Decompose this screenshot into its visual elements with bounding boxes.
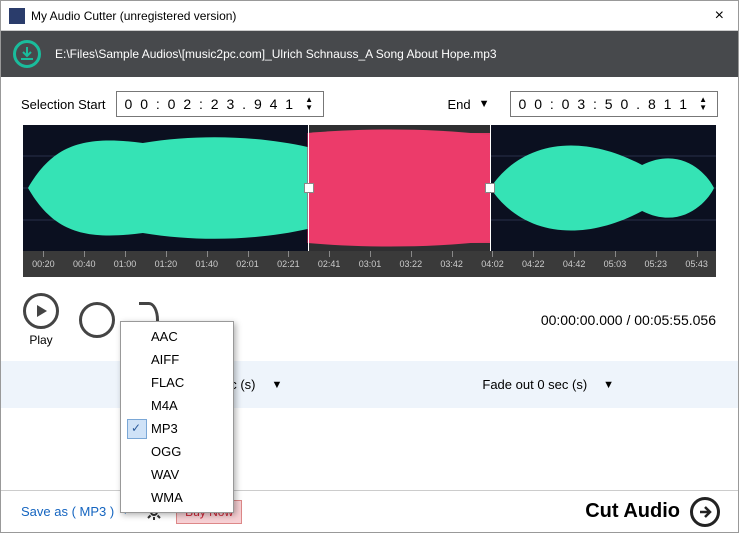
selection-start-value[interactable]: 0 0 : 0 2 : 2 3 . 9 4 1 (125, 96, 296, 112)
end-mode-dropdown[interactable]: ▼ (479, 98, 490, 110)
fade-out-control[interactable]: Fade out 0 sec (s) ▼ (482, 377, 614, 392)
format-option-wav[interactable]: WAV (123, 463, 231, 486)
ruler-label: 01:40 (195, 259, 218, 269)
ruler-label: 00:40 (73, 259, 96, 269)
download-icon[interactable] (13, 40, 41, 68)
format-option-mp3[interactable]: MP3 (123, 417, 231, 440)
ruler-label: 05:23 (644, 259, 667, 269)
cut-audio-button[interactable]: Cut Audio (585, 497, 720, 527)
ruler-label: 02:21 (277, 259, 300, 269)
ruler-label: 01:20 (155, 259, 178, 269)
ruler-tick (84, 251, 85, 257)
window-title: My Audio Cutter (unregistered version) (31, 9, 236, 23)
format-option-m4a[interactable]: M4A (123, 394, 231, 417)
fade-out-caret[interactable]: ▼ (603, 379, 614, 391)
time-display: 00:00:00.000 / 00:05:55.056 (541, 312, 716, 328)
ruler-label: 04:22 (522, 259, 545, 269)
selection-handle-right[interactable] (485, 183, 495, 193)
controls-row: Play 00:00:00.000 / 00:05:55.056 (1, 277, 738, 353)
ruler-label: 03:22 (400, 259, 423, 269)
ruler-tick (329, 251, 330, 257)
selection-start-label: Selection Start (21, 97, 106, 112)
app-icon (9, 8, 25, 24)
ruler-tick (166, 251, 167, 257)
ruler-tick (411, 251, 412, 257)
start-spinner[interactable]: ▲▼ (305, 96, 315, 112)
waveform-area: 00:20 00:40 01:00 01:20 01:40 02:01 02:21 02:41… (23, 125, 716, 277)
ruler-tick (248, 251, 249, 257)
ruler-tick (370, 251, 371, 257)
selection-end-label: End (448, 97, 471, 112)
ruler-tick (492, 251, 493, 257)
titlebar: My Audio Cutter (unregistered version) × (1, 1, 738, 31)
end-spinner[interactable]: ▲▼ (699, 96, 709, 112)
ruler-tick (615, 251, 616, 257)
file-path: E:\Files\Sample Audios\[music2pc.com]_Ul… (55, 47, 497, 61)
ruler-label: 02:41 (318, 259, 341, 269)
format-menu[interactable]: AACAIFFFLACM4AMP3OGGWAVWMA (120, 321, 234, 513)
format-option-aiff[interactable]: AIFF (123, 348, 231, 371)
ruler-tick (533, 251, 534, 257)
file-bar: E:\Files\Sample Audios\[music2pc.com]_Ul… (1, 31, 738, 77)
ruler-tick (125, 251, 126, 257)
save-as-dropdown[interactable]: Save as ( MP3 ) ▼ (21, 504, 130, 519)
ruler-label: 03:01 (359, 259, 382, 269)
format-option-aac[interactable]: AAC (123, 325, 231, 348)
ruler-label: 02:01 (236, 259, 259, 269)
ruler-tick (574, 251, 575, 257)
selection-end-input[interactable]: 0 0 : 0 3 : 5 0 . 8 1 1 ▲▼ (510, 91, 718, 117)
ruler-tick (697, 251, 698, 257)
fade-in-caret[interactable]: ▼ (272, 379, 283, 391)
ruler-label: 04:02 (481, 259, 504, 269)
ruler-label: 05:03 (604, 259, 627, 269)
close-button[interactable]: × (709, 7, 730, 25)
fade-out-label: Fade out 0 sec (s) (482, 377, 587, 392)
selection-end-value[interactable]: 0 0 : 0 3 : 5 0 . 8 1 1 (519, 96, 690, 112)
ruler-label: 04:42 (563, 259, 586, 269)
ruler-tick (452, 251, 453, 257)
ruler-tick (288, 251, 289, 257)
format-option-flac[interactable]: FLAC (123, 371, 231, 394)
ruler-label: 05:43 (685, 259, 708, 269)
ruler-label: 03:42 (440, 259, 463, 269)
ruler-label: 00:20 (32, 259, 55, 269)
time-ruler: 00:20 00:40 01:00 01:20 01:40 02:01 02:21 02:41… (23, 251, 716, 277)
arrow-right-icon (690, 497, 720, 527)
selection-row: Selection Start 0 0 : 0 2 : 2 3 . 9 4 1 … (1, 77, 738, 125)
bottom-bar: Save as ( MP3 ) ▼ Buy Now Cut Audio (1, 490, 738, 532)
waveform-canvas[interactable] (23, 125, 716, 251)
cut-audio-label: Cut Audio (585, 500, 680, 523)
format-option-wma[interactable]: WMA (123, 486, 231, 509)
format-option-ogg[interactable]: OGG (123, 440, 231, 463)
selection-start-input[interactable]: 0 0 : 0 2 : 2 3 . 9 4 1 ▲▼ (116, 91, 324, 117)
control-button-2[interactable] (79, 302, 115, 338)
play-label: Play (29, 333, 52, 347)
selection-handle-left[interactable] (304, 183, 314, 193)
ruler-label: 01:00 (114, 259, 137, 269)
ruler-tick (207, 251, 208, 257)
ruler-tick (656, 251, 657, 257)
save-as-label: Save as ( MP3 ) (21, 504, 114, 519)
play-button[interactable] (23, 293, 59, 329)
fade-row: ec (s) ▼ Fade out 0 sec (s) ▼ (1, 361, 738, 408)
selection-region[interactable] (308, 125, 491, 251)
ruler-tick (43, 251, 44, 257)
